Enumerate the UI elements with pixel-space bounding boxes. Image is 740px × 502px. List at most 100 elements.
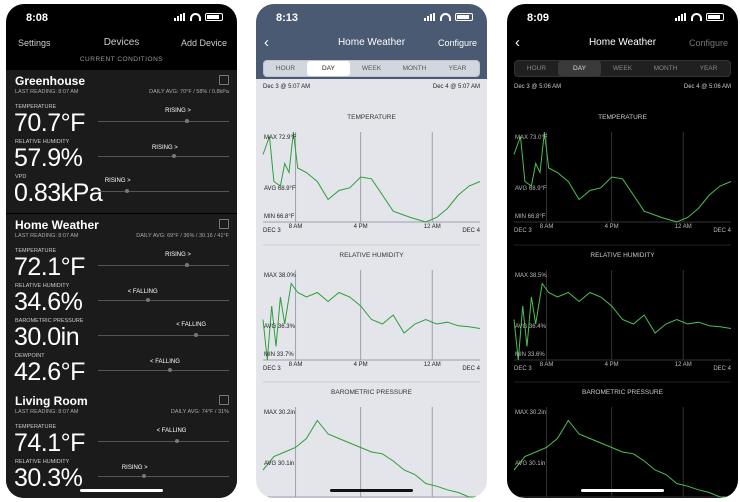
expand-icon[interactable] (219, 75, 229, 85)
avg-label: AVG 68.9°F (264, 186, 296, 192)
metric-row: VPD 0.83kPa RISING > (6, 174, 237, 209)
trend-track (98, 191, 229, 192)
trend-track (98, 121, 229, 122)
trend-marker (185, 263, 190, 267)
tick-label: 4 PM (605, 224, 619, 230)
trend-label: RISING > (151, 145, 178, 151)
metric-value: 34.6% (14, 288, 83, 316)
metric-value: 74.1°F (14, 429, 85, 457)
tick-label: DEC 3 (263, 228, 281, 234)
tick-label: DEC 4 (462, 366, 480, 372)
metric-row: BAROMETRIC PRESSURE 30.0in < FALLING (6, 318, 237, 353)
trend-track (98, 300, 229, 301)
metric-row: DEWPOINT 42.6°F < FALLING (6, 353, 237, 388)
home-weather-screen-dark: 8:09 ‹ Home Weather Configure HOUR DAY WEE… (507, 4, 738, 498)
home-weather-screen-light: 8:13 ‹ Home Weather Configure HOUR DAY WEE… (256, 4, 487, 498)
home-indicator (330, 489, 413, 492)
max-label: MAX 72.9°F (264, 135, 297, 141)
daily-average: DAILY AVG: 69°F / 36% / 30.16 / 41°F (136, 233, 229, 239)
metric-value: 0.83kPa (14, 179, 103, 207)
chart-title: BAROMETRIC PRESSURE (582, 389, 664, 396)
tick-label: DEC 4 (713, 228, 731, 234)
tick-label: 12 AM (424, 224, 441, 230)
max-label: MAX 73.0°F (515, 135, 548, 141)
trend-track (98, 476, 229, 477)
metric-value: 30.0in (14, 323, 80, 351)
trend-marker (168, 368, 173, 372)
trend-label: RISING > (165, 108, 191, 114)
trend-marker (141, 474, 146, 478)
signal-icon (174, 13, 186, 21)
tick-label: DEC 3 (514, 366, 532, 372)
avg-label: AVG 68.9°F (515, 186, 547, 192)
trend-label: RISING > (104, 178, 131, 184)
tick-label: DEC 4 (713, 366, 731, 372)
trend-marker (194, 333, 199, 337)
metric-row: TEMPERATURE 72.1°F RISING > (6, 248, 237, 283)
tick-label: DEC 3 (514, 228, 532, 234)
device-card[interactable]: Living Room LAST READING: 8:07 AM DAILY AV… (6, 390, 237, 498)
metric-row: TEMPERATURE 70.7°F RISING > (6, 104, 237, 139)
expand-icon[interactable] (219, 219, 229, 229)
tick-label: 8 AM (540, 362, 554, 368)
trend-marker (124, 189, 129, 193)
min-label: MIN 33.7% (264, 352, 294, 358)
max-label: MAX 38.5% (515, 273, 547, 279)
chart-title: BAROMETRIC PRESSURE (331, 389, 413, 396)
trend-label: < FALLING (156, 428, 187, 434)
avg-label: AVG 30.1in (515, 461, 545, 467)
section-header: CURRENT CONDITIONS (79, 56, 164, 63)
device-name: Greenhouse (15, 74, 86, 88)
tick-label: 8 AM (540, 224, 554, 230)
tick-label: 12 AM (675, 224, 692, 230)
tick-label: 12 AM (675, 362, 692, 368)
tick-label: 4 PM (354, 362, 368, 368)
trend-label: < FALLING (127, 289, 158, 295)
metric-value: 30.3% (14, 464, 83, 492)
metric-value: 72.1°F (14, 253, 85, 281)
trend-label: RISING > (165, 252, 191, 258)
trend-label: < FALLING (176, 322, 207, 328)
trend-track (98, 441, 229, 442)
tick-label: 4 PM (605, 362, 619, 368)
avg-label: AVG 30.1in (264, 461, 294, 467)
trend-track (98, 265, 229, 266)
trend-label: RISING > (121, 465, 148, 471)
status-bar: 8:08 (6, 4, 237, 26)
last-reading: LAST READING: 8:07 AM (15, 409, 79, 415)
device-card[interactable]: Greenhouse LAST READING: 8:07 AM DAILY AVG… (6, 70, 237, 213)
home-indicator (581, 489, 664, 492)
home-indicator (80, 489, 163, 492)
metric-row: RELATIVE HUMIDITY 57.9% RISING > (6, 139, 237, 174)
trend-marker (174, 439, 179, 443)
nav-bar: Settings Devices Add Device (6, 32, 237, 52)
metric-value: 42.6°F (14, 358, 85, 386)
chart-title: RELATIVE HUMIDITY (590, 252, 655, 259)
device-card[interactable]: Home Weather LAST READING: 8:07 AM DAILY A… (6, 214, 237, 392)
avg-label: AVG 36.3% (264, 324, 296, 330)
device-name: Home Weather (15, 218, 99, 232)
max-label: MAX 38.0% (264, 273, 296, 279)
avg-label: AVG 36.4% (515, 324, 547, 330)
daily-average: DAILY AVG: 70°F / 58% / 0.8kPa (149, 89, 229, 95)
metric-value: 70.7°F (14, 109, 85, 137)
max-label: MAX 30.2in (515, 410, 546, 416)
battery-icon (205, 13, 223, 21)
devices-screen: 8:08 Settings Devices Add Device CURRENT… (6, 4, 237, 498)
metric-row: RELATIVE HUMIDITY 34.6% < FALLING (6, 283, 237, 318)
min-label: MIN 66.8°F (515, 214, 546, 220)
last-reading: LAST READING: 8:07 AM (15, 89, 79, 95)
min-label: MIN 66.8°F (264, 214, 295, 220)
trend-marker (185, 119, 190, 123)
tick-label: 8 AM (289, 224, 303, 230)
metric-value: 57.9% (14, 144, 83, 172)
wifi-icon (190, 13, 201, 21)
tick-label: 12 AM (424, 362, 441, 368)
trend-label: < FALLING (150, 359, 180, 365)
expand-icon[interactable] (219, 395, 229, 405)
status-time: 8:08 (26, 12, 49, 24)
max-label: MAX 30.2in (264, 410, 295, 416)
add-device-button[interactable]: Add Device (181, 38, 227, 48)
chart-title: TEMPERATURE (598, 114, 647, 121)
tick-label: 8 AM (289, 362, 303, 368)
